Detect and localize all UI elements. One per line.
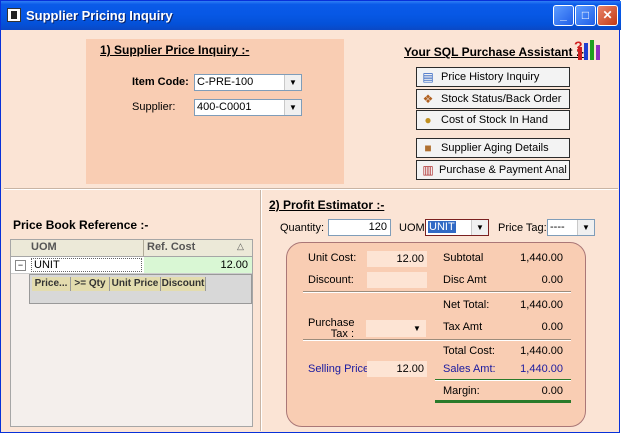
item-code-label: Item Code: <box>132 76 189 88</box>
cell-ref-cost[interactable]: 12.00 <box>144 257 252 273</box>
divider <box>303 339 571 341</box>
stock-status-label: Stock Status/Back Order <box>441 93 562 105</box>
cell-uom[interactable]: UNIT <box>31 258 142 272</box>
price-tag-value: ---- <box>550 221 565 233</box>
truck-icon: ■ <box>424 141 432 155</box>
purchase-payment-analysis-label: Purchase & Payment Analysis <box>439 164 567 176</box>
chart-icon: ▤ <box>422 70 434 84</box>
margin-label: Margin: <box>443 385 480 397</box>
cost-of-stock-label: Cost of Stock In Hand <box>441 114 548 126</box>
price-history-inquiry-button[interactable]: ▤ Price History Inquiry <box>416 67 570 87</box>
margin-value: 0.00 <box>541 385 563 397</box>
subtotal-label: Subtotal <box>443 252 484 264</box>
price-history-inquiry-label: Price History Inquiry <box>441 71 540 83</box>
assistant-logo-icon: ? <box>574 37 602 61</box>
supplier-value: 400-C0001 <box>197 101 252 113</box>
chevron-down-icon[interactable]: ▼ <box>284 75 301 90</box>
column-header-ref-cost[interactable]: Ref. Cost <box>147 241 195 253</box>
profit-estimator-heading: 2) Profit Estimator :- <box>269 198 385 212</box>
profit-estimator-panel: Unit Cost: 12.00 Discount: Purchase Tax … <box>286 242 586 427</box>
inquiry-heading: 1) Supplier Price Inquiry :- <box>100 43 250 57</box>
bar-chart-icon: ▥ <box>422 163 434 177</box>
total-cost-label: Total Cost: <box>443 345 495 357</box>
subtotal-value: 1,440.00 <box>520 252 563 264</box>
price-tag-label: Price Tag: <box>498 222 547 234</box>
assistant-heading-text: Your SQL Purchase Assistant :- <box>404 45 584 59</box>
sales-amt-label: Sales Amt: <box>443 363 496 375</box>
boxes-icon: ❖ <box>422 92 434 106</box>
subcolumn-price[interactable]: Price... <box>32 277 71 291</box>
supplier-price-inquiry-panel: 1) Supplier Price Inquiry :- Item Code: … <box>86 39 344 184</box>
minimize-button[interactable]: _ <box>553 5 574 26</box>
net-total-label: Net Total: <box>443 299 490 311</box>
total-cost-value: 1,440.00 <box>520 345 563 357</box>
window-title: Supplier Pricing Inquiry <box>26 8 173 23</box>
price-tag-combo[interactable]: ---- ▼ <box>547 219 595 236</box>
item-code-value: C-PRE-100 <box>197 76 254 88</box>
collapse-icon[interactable]: − <box>15 260 26 271</box>
uom-label: UOM: <box>399 222 428 234</box>
column-separator <box>143 240 144 256</box>
uom-combo[interactable]: UNIT ▼ <box>425 219 489 236</box>
stock-status-button[interactable]: ❖ Stock Status/Back Order <box>416 89 570 109</box>
item-code-combo[interactable]: C-PRE-100 ▼ <box>194 74 302 91</box>
price-book-heading: Price Book Reference :- <box>13 218 149 232</box>
subcolumn-discount[interactable]: Discount <box>161 277 206 291</box>
selling-price-label: Selling Price: <box>308 363 373 375</box>
subcolumn-unit-price[interactable]: Unit Price <box>110 277 161 291</box>
svg-text:?: ? <box>574 38 583 54</box>
horizontal-divider <box>4 188 618 190</box>
unit-cost-label: Unit Cost: <box>308 252 357 264</box>
close-button[interactable]: ✕ <box>597 5 618 26</box>
purchase-payment-analysis-button[interactable]: ▥ Purchase & Payment Analysis <box>416 160 570 180</box>
chevron-down-icon[interactable]: ▼ <box>284 100 301 115</box>
price-book-grid-header: UOM Ref. Cost △ <box>11 240 252 257</box>
chevron-down-icon[interactable]: ▼ <box>471 220 488 235</box>
unit-cost-input[interactable]: 12.00 <box>367 251 427 267</box>
purchase-tax-combo[interactable]: ▼ <box>366 320 426 337</box>
subcolumn-qty[interactable]: >= Qty <box>71 277 110 291</box>
tax-amt-label: Tax Amt <box>443 321 483 333</box>
margin-double-underline <box>435 400 571 403</box>
disc-amt-label: Disc Amt <box>443 274 487 286</box>
supplier-pricing-window: Supplier Pricing Inquiry _ □ ✕ 1) Suppli… <box>0 0 621 433</box>
supplier-combo[interactable]: 400-C0001 ▼ <box>194 99 302 116</box>
margin-divider <box>435 379 571 381</box>
cost-of-stock-button[interactable]: ● Cost of Stock In Hand <box>416 110 570 130</box>
tax-amt-value: 0.00 <box>541 321 563 333</box>
title-bar[interactable]: Supplier Pricing Inquiry _ □ ✕ <box>1 1 621 30</box>
app-icon <box>7 8 21 22</box>
table-row[interactable]: − UNIT 12.00 <box>11 257 252 274</box>
coins-icon: ● <box>424 113 432 127</box>
price-book-grid[interactable]: UOM Ref. Cost △ − UNIT 12.00 Price... >=… <box>10 239 253 427</box>
sales-amt-value: 1,440.00 <box>520 363 563 375</box>
chevron-down-icon[interactable]: ▼ <box>577 220 594 235</box>
quantity-label: Quantity: <box>280 222 325 234</box>
price-detail-subgrid[interactable]: Price... >= Qty Unit Price Discount <box>29 274 252 304</box>
supplier-aging-button[interactable]: ■ Supplier Aging Details <box>416 138 570 158</box>
vertical-divider <box>260 190 262 431</box>
uom-value: UNIT <box>428 221 456 233</box>
net-total-value: 1,440.00 <box>520 299 563 311</box>
divider <box>303 291 571 293</box>
sort-arrow-icon: △ <box>237 241 244 251</box>
discount-label: Discount: <box>308 274 354 286</box>
selling-price-input[interactable]: 12.00 <box>367 361 427 377</box>
maximize-button[interactable]: □ <box>575 5 596 26</box>
supplier-label: Supplier: <box>132 101 176 113</box>
assistant-heading: Your SQL Purchase Assistant :- <box>404 45 584 59</box>
quantity-input[interactable]: 120 <box>328 219 391 236</box>
client-area: 1) Supplier Price Inquiry :- Item Code: … <box>4 30 618 431</box>
column-header-uom[interactable]: UOM <box>31 241 57 253</box>
discount-input[interactable] <box>367 272 427 288</box>
supplier-aging-label: Supplier Aging Details <box>441 142 549 154</box>
disc-amt-value: 0.00 <box>541 274 563 286</box>
chevron-down-icon[interactable]: ▼ <box>409 321 425 336</box>
